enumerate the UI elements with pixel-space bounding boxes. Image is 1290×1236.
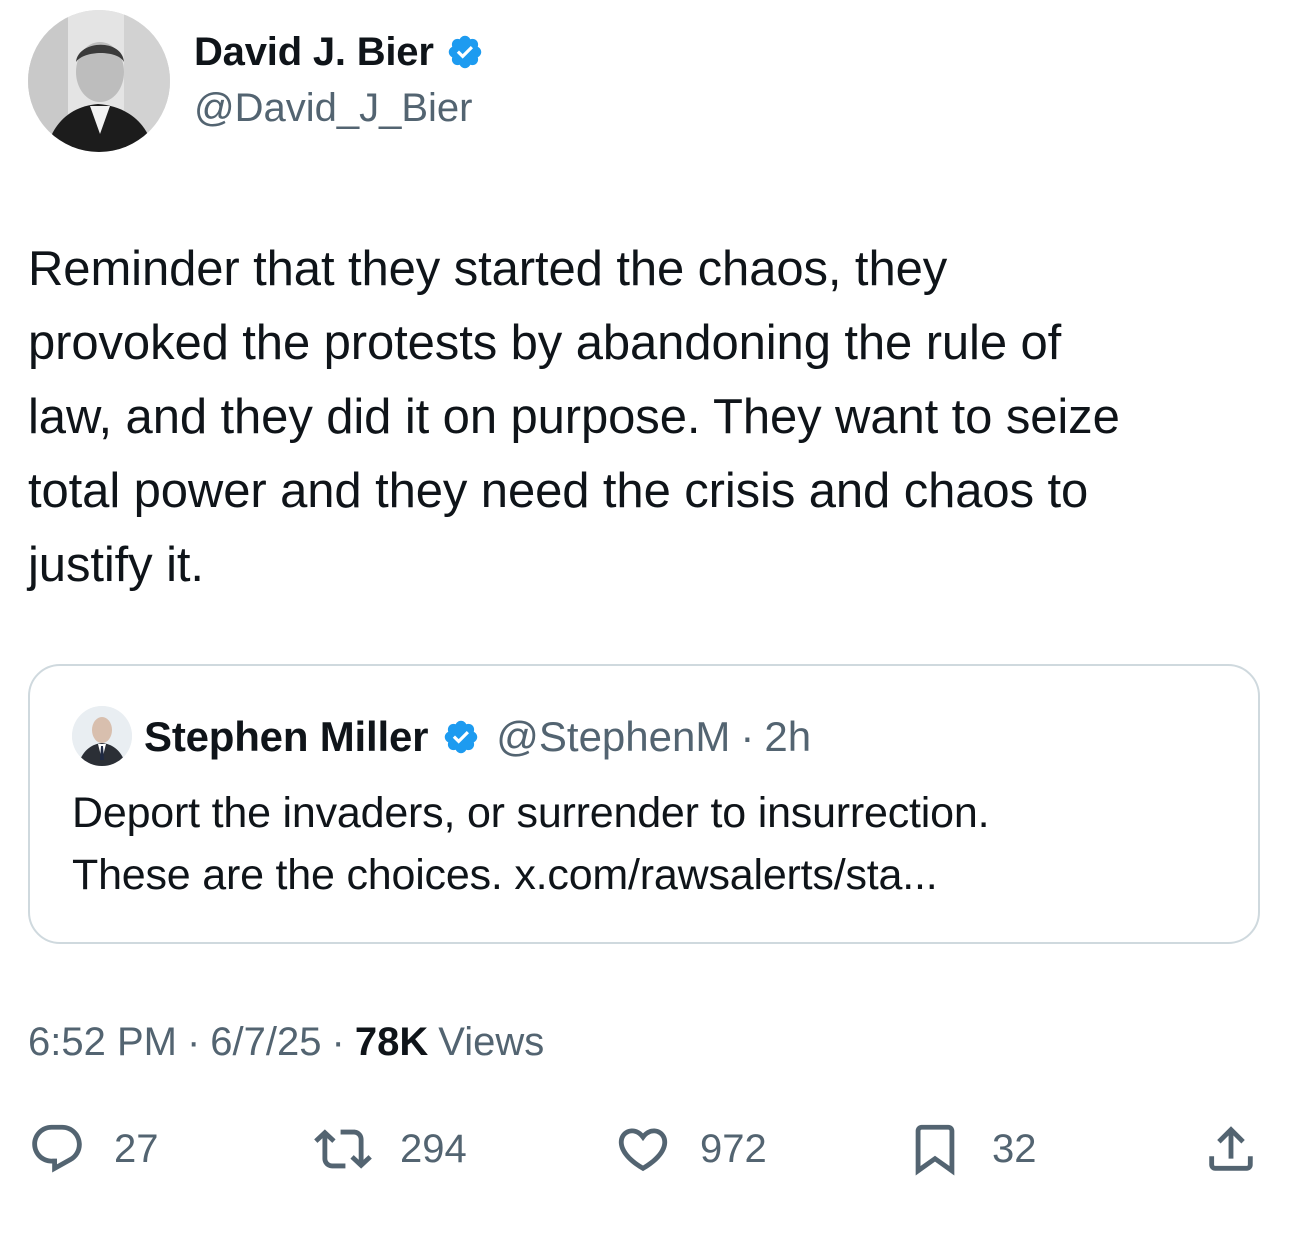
author-avatar-image [28,10,170,152]
meta-separator: · [331,1020,345,1064]
share-icon [1209,1126,1253,1171]
quote-separator: · [740,713,755,760]
quote-verified-badge-icon [445,720,478,754]
quote-author-handle[interactable]: @StephenM [496,713,730,761]
bookmark-icon [915,1124,955,1176]
like-count: 972 [700,1126,767,1171]
quote-author-name[interactable]: Stephen Miller [144,713,428,761]
reply-count: 27 [114,1126,159,1171]
reply-icon [32,1124,82,1173]
author-handle[interactable]: @David_J_Bier [194,86,473,131]
heart-icon [618,1128,668,1172]
tweet-meta: 6:52 PM · 6/7/25 · 78K Views [28,1020,544,1065]
tweet-text: Reminder that they started the chaos, th… [28,242,1120,592]
author-avatar[interactable] [28,10,170,152]
author-display-name[interactable]: David J. Bier [194,30,434,75]
repost-count: 294 [400,1126,467,1171]
quote-tweet-text: Deport the invaders, or surrender to ins… [72,789,990,899]
reply-button[interactable]: 27 [28,1118,159,1180]
verified-badge-icon [448,35,481,69]
quote-author-avatar[interactable] [72,706,132,766]
bookmark-count: 32 [992,1126,1037,1171]
quote-author-avatar-image [72,706,132,766]
tweet-time[interactable]: 6:52 PM [28,1020,177,1065]
repost-button[interactable]: 294 [314,1118,467,1180]
quote-header: Stephen Miller @StephenM · 2h [144,708,811,766]
tweet-date[interactable]: 6/7/25 [210,1020,321,1065]
like-button[interactable]: 972 [614,1118,767,1180]
share-button[interactable] [1202,1118,1260,1180]
author-name-row: David J. Bier [194,26,484,78]
views-label: Views [438,1020,545,1064]
bookmark-button[interactable]: 32 [906,1118,1037,1180]
meta-separator: · [186,1020,201,1064]
quote-timestamp[interactable]: 2h [764,713,811,761]
views-count: 78K [354,1020,429,1064]
quote-tweet-card[interactable]: Stephen Miller @StephenM · 2h Deport the… [28,664,1260,944]
repost-icon [314,1129,372,1169]
